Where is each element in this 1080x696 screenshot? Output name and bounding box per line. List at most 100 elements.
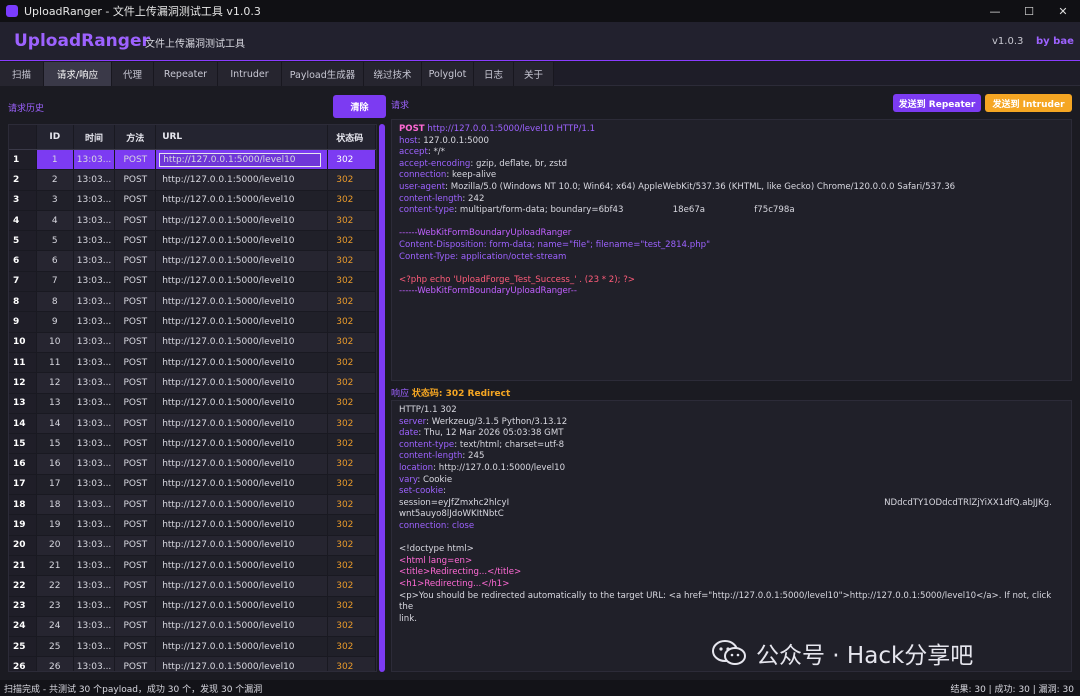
cell-url: http://127.0.0.1:5000/level10 <box>156 515 329 535</box>
column-header-1[interactable]: ID <box>37 125 74 149</box>
table-row[interactable]: 13 13 13:03... POST http://127.0.0.1:5000/le… <box>9 393 376 414</box>
header-value: */* <box>433 147 445 158</box>
table-row[interactable]: 22 22 13:03... POST http://127.0.0.1:5000/le… <box>9 576 376 597</box>
version-label: v1.0.3 <box>992 36 1024 47</box>
column-header-4[interactable]: URL <box>156 125 329 149</box>
cell-url: http://127.0.0.1:5000/level10 <box>156 616 329 637</box>
cell-method: POST <box>115 413 157 434</box>
cell-n-text: 16 <box>13 459 26 470</box>
table-row[interactable]: 24 24 13:03... POST http://127.0.0.1:5000/le… <box>9 616 376 638</box>
cell-status: 302 <box>328 312 376 332</box>
table-row[interactable]: 10 10 13:03... POST http://127.0.0.1:5000/le… <box>9 332 376 353</box>
cell-id: 8 <box>37 292 74 312</box>
column-header-0[interactable] <box>9 125 37 149</box>
table-row[interactable]: 14 14 13:03... POST http://127.0.0.1:5000/le… <box>9 413 376 435</box>
table-row[interactable]: 18 18 13:03... POST http://127.0.0.1:5000/le… <box>9 495 376 516</box>
cell-method: POST <box>115 271 157 292</box>
response-label: 响应 状态码: 302 Redirect <box>391 386 510 399</box>
cell-url-text: http://127.0.0.1:5000/level10 <box>162 560 295 571</box>
column-header-3[interactable]: 方法 <box>115 125 157 149</box>
clear-button[interactable]: 清除 <box>333 95 386 118</box>
table-row[interactable]: 16 16 13:03... POST http://127.0.0.1:5000/le… <box>9 454 376 475</box>
cell-status: 302 <box>328 271 376 292</box>
cell-status-text: 302 <box>336 499 354 510</box>
cell-time: 13:03... <box>74 373 116 393</box>
tab-3[interactable]: Repeater <box>154 62 218 86</box>
maximize-button[interactable]: ☐ <box>1012 0 1046 22</box>
request-method: POST <box>399 124 425 134</box>
cell-n-text: 21 <box>13 560 26 571</box>
cell-id-text: 7 <box>51 276 58 287</box>
tab-0[interactable]: 扫描 <box>0 62 44 86</box>
tab-7[interactable]: Polyglot <box>422 62 474 86</box>
table-row[interactable]: 11 11 13:03... POST http://127.0.0.1:5000/le… <box>9 352 376 374</box>
table-row[interactable]: 23 23 13:03... POST http://127.0.0.1:5000/le… <box>9 596 376 617</box>
table-row[interactable]: 9 9 13:03... POST http://127.0.0.1:5000/leve… <box>9 312 376 333</box>
tab-1[interactable]: 请求/响应 <box>44 62 112 86</box>
table-header: ID 时间 方法 URL 状态码 <box>9 125 376 150</box>
cell-n-text: 26 <box>13 662 26 672</box>
cell-status: 302 <box>328 413 376 434</box>
cell-n-text: 1 <box>13 154 20 165</box>
cell-url-text: http://127.0.0.1:5000/level10 <box>162 317 295 328</box>
cell-url-text: http://127.0.0.1:5000/level10 <box>162 377 295 388</box>
response-viewer[interactable]: HTTP/1.1 302 server: Werkzeug/3.1.5 Pytho… <box>391 400 1072 672</box>
cell-status-text: 302 <box>336 154 354 165</box>
cell-id-text: 8 <box>51 296 58 307</box>
request-editor[interactable]: POST http://127.0.0.1:5000/level10 HTTP/… <box>391 119 1072 381</box>
table-row[interactable]: 5 5 13:03... POST http://127.0.0.1:5000/leve… <box>9 231 376 252</box>
minimize-button[interactable]: — <box>978 0 1012 22</box>
cell-id: 23 <box>37 596 74 616</box>
table-row[interactable]: 12 12 13:03... POST http://127.0.0.1:5000/le… <box>9 373 376 394</box>
tab-2[interactable]: 代理 <box>112 62 154 86</box>
table-row[interactable]: 26 26 13:03... POST http://127.0.0.1:5000/le… <box>9 657 376 672</box>
tab-4[interactable]: Intruder <box>218 62 282 86</box>
table-row[interactable]: 17 17 13:03... POST http://127.0.0.1:5000/le… <box>9 474 376 496</box>
cell-url-text: http://127.0.0.1:5000/level10 <box>162 540 295 551</box>
cell-time: 13:03... <box>74 576 116 596</box>
tab-8[interactable]: 日志 <box>474 62 514 86</box>
cell-status: 302 <box>328 373 376 393</box>
history-scrollbar[interactable] <box>378 124 386 672</box>
tab-9[interactable]: 关于 <box>514 62 554 86</box>
request-header: content-length: 242 <box>399 193 485 204</box>
column-header-5[interactable]: 状态码 <box>328 125 376 149</box>
table-row[interactable]: 3 3 13:03... POST http://127.0.0.1:5000/leve… <box>9 190 376 211</box>
cell-method-text: POST <box>123 499 148 510</box>
cell-method: POST <box>115 170 157 190</box>
cell-method: POST <box>115 393 157 413</box>
cell-time-text: 13:03... <box>76 540 112 551</box>
column-header-2[interactable]: 时间 <box>74 125 116 149</box>
scrollbar-thumb[interactable] <box>379 124 385 672</box>
app-logo-icon <box>6 5 18 17</box>
cell-url: http://127.0.0.1:5000/level10 <box>156 535 329 555</box>
cell-n: 11 <box>9 352 37 373</box>
table-row[interactable]: 15 15 13:03... POST http://127.0.0.1:5000/le… <box>9 434 376 455</box>
cell-id: 3 <box>37 190 74 210</box>
table-row[interactable]: 25 25 13:03... POST http://127.0.0.1:5000/le… <box>9 637 376 658</box>
cell-time-text: 13:03... <box>76 215 112 226</box>
cell-method: POST <box>115 352 157 373</box>
header-key: content-length <box>399 451 463 462</box>
table-row[interactable]: 19 19 13:03... POST http://127.0.0.1:5000/le… <box>9 515 376 536</box>
header-key: host <box>399 135 418 146</box>
table-row[interactable]: 8 8 13:03... POST http://127.0.0.1:5000/leve… <box>9 292 376 313</box>
cell-time: 13:03... <box>74 332 116 352</box>
send-to-intruder-button[interactable]: 发送到 Intruder <box>985 94 1072 112</box>
table-row[interactable]: 2 2 13:03... POST http://127.0.0.1:5000/leve… <box>9 170 376 191</box>
table-row[interactable]: 7 7 13:03... POST http://127.0.0.1:5000/leve… <box>9 271 376 293</box>
tab-6[interactable]: 绕过技术 <box>364 62 422 86</box>
table-row[interactable]: 1 1 13:03... POST http://127.0.0.1:5000/leve… <box>9 150 376 171</box>
table-row[interactable]: 21 21 13:03... POST http://127.0.0.1:5000/le… <box>9 555 376 577</box>
history-label: 请求历史 <box>8 104 45 114</box>
tab-5[interactable]: Payload生成器 <box>282 62 364 86</box>
response-header: server: Werkzeug/3.1.5 Python/3.13.12 <box>399 416 568 427</box>
cell-method-text: POST <box>123 621 148 632</box>
send-to-repeater-button[interactable]: 发送到 Repeater <box>893 94 981 112</box>
cell-url: http://127.0.0.1:5000/level10 <box>156 373 329 393</box>
close-button[interactable]: ✕ <box>1046 0 1080 22</box>
header-value: keep-alive <box>452 170 497 181</box>
table-row[interactable]: 6 6 13:03... POST http://127.0.0.1:5000/leve… <box>9 251 376 272</box>
table-row[interactable]: 20 20 13:03... POST http://127.0.0.1:5000/le… <box>9 535 376 556</box>
table-row[interactable]: 4 4 13:03... POST http://127.0.0.1:5000/leve… <box>9 210 376 232</box>
